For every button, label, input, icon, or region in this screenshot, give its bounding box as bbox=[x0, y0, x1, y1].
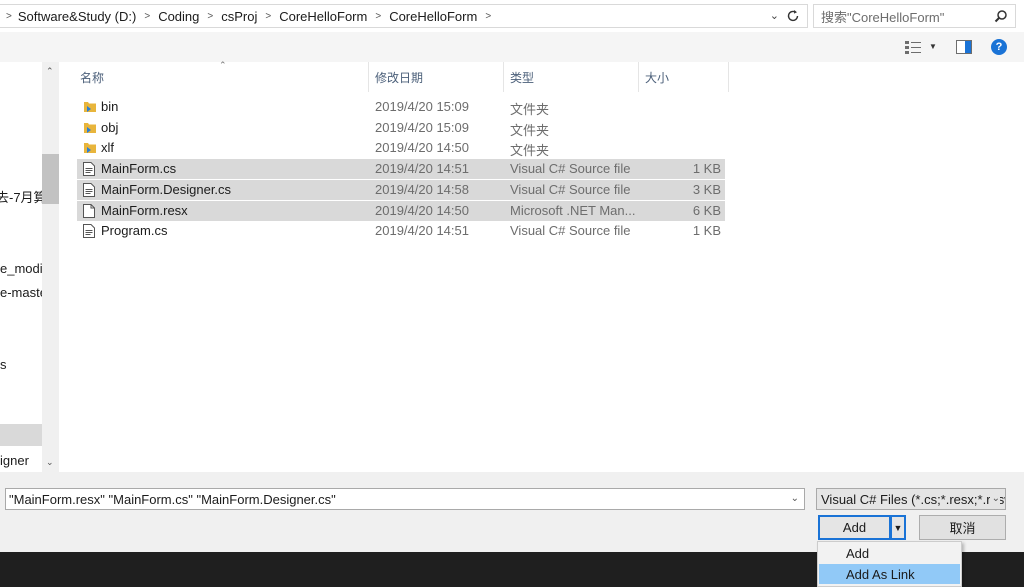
file-row[interactable]: MainForm.cs 2019/4/20 14:51 Visual C# Sour… bbox=[77, 159, 725, 180]
nav-selected-item[interactable] bbox=[0, 424, 42, 446]
menu-item-add-as-link[interactable]: Add As Link bbox=[819, 564, 960, 584]
breadcrumb-chevron-icon[interactable]: > bbox=[485, 11, 491, 22]
search-icon[interactable] bbox=[994, 9, 1008, 26]
file-size: 6 KB bbox=[692, 202, 721, 218]
folder-icon bbox=[83, 100, 97, 116]
breadcrumb-item-csproj[interactable]: csProj bbox=[221, 9, 257, 24]
folder-icon bbox=[83, 121, 97, 137]
dialog-footer: "MainForm.resx" "MainForm.cs" "MainForm.… bbox=[0, 472, 1024, 552]
nav-item[interactable]: e-maste bbox=[0, 285, 42, 300]
column-header-name[interactable]: 名称 ⌃ bbox=[59, 60, 369, 92]
column-header-size[interactable]: 大小 bbox=[639, 62, 729, 92]
nav-scrollbar[interactable]: ⌃ ⌄ bbox=[42, 62, 59, 472]
file-row[interactable]: MainForm.resx 2019/4/20 14:50 Microsoft .N… bbox=[77, 200, 725, 221]
nav-item[interactable]: 去-7月算 bbox=[0, 187, 42, 206]
file-list[interactable]: 名称 ⌃ 修改日期 类型 大小 bin 2019/4/20 15:09 文件夹 obj… bbox=[59, 60, 1024, 472]
chevron-down-icon[interactable]: ⌄ bbox=[989, 493, 1000, 504]
breadcrumb-chevron-icon[interactable]: > bbox=[375, 11, 381, 22]
resx-file-icon bbox=[83, 203, 95, 221]
column-header-type-label: 类型 bbox=[510, 70, 535, 85]
file-size: 1 KB bbox=[692, 223, 721, 239]
file-type: Visual C# Source file bbox=[510, 181, 631, 197]
file-name: MainForm.resx bbox=[101, 202, 188, 218]
file-size: 3 KB bbox=[692, 181, 721, 197]
refresh-icon[interactable] bbox=[783, 6, 803, 26]
file-row[interactable]: Program.cs 2019/4/20 14:51 Visual C# Sourc… bbox=[77, 221, 725, 241]
file-date: 2019/4/20 14:58 bbox=[375, 181, 469, 197]
column-header-type[interactable]: 类型 bbox=[504, 62, 639, 92]
help-icon[interactable]: ? bbox=[991, 39, 1007, 55]
cs-file-icon bbox=[83, 162, 95, 179]
file-row[interactable]: xlf 2019/4/20 14:50 文件夹 bbox=[77, 138, 725, 158]
file-type: Microsoft .NET Man... bbox=[510, 202, 636, 218]
file-name: MainForm.cs bbox=[101, 161, 177, 177]
add-dropdown-menu: Add Add As Link bbox=[817, 541, 962, 587]
nav-item[interactable]: e_modi bbox=[0, 261, 42, 276]
file-date: 2019/4/20 14:51 bbox=[375, 161, 469, 177]
address-bar[interactable]: > Software&Study (D:) > Coding > csProj … bbox=[0, 4, 808, 28]
column-header-date-label: 修改日期 bbox=[375, 70, 424, 85]
file-type: Visual C# Source file bbox=[510, 161, 631, 177]
breadcrumb-item-drive[interactable]: Software&Study (D:) bbox=[18, 9, 137, 24]
search-input[interactable]: 搜索"CoreHelloForm" bbox=[813, 4, 1016, 28]
breadcrumb-chevron-icon[interactable]: > bbox=[6, 11, 12, 22]
scroll-down-icon[interactable]: ⌄ bbox=[46, 457, 54, 468]
address-history-dropdown-icon[interactable]: ⌄ bbox=[770, 9, 779, 22]
view-dropdown-icon[interactable]: ▼ bbox=[929, 42, 937, 51]
file-date: 2019/4/20 15:09 bbox=[375, 99, 469, 114]
file-size: 1 KB bbox=[692, 161, 721, 177]
cs-file-icon bbox=[83, 224, 95, 241]
file-date: 2019/4/20 14:51 bbox=[375, 223, 469, 239]
file-type: 文件夹 bbox=[510, 122, 550, 138]
address-row: > Software&Study (D:) > Coding > csProj … bbox=[0, 0, 1024, 32]
add-button[interactable]: Add bbox=[818, 515, 891, 540]
breadcrumb-chevron-icon[interactable]: > bbox=[207, 11, 213, 22]
filename-field[interactable]: "MainForm.resx" "MainForm.cs" "MainForm.… bbox=[5, 488, 805, 510]
chevron-down-icon[interactable]: ⌄ bbox=[791, 493, 799, 504]
view-options-icon[interactable] bbox=[905, 40, 923, 57]
breadcrumb-item-corehelloform[interactable]: CoreHelloForm bbox=[279, 9, 367, 24]
breadcrumb-chevron-icon[interactable]: > bbox=[265, 11, 271, 22]
filename-value: "MainForm.resx" "MainForm.cs" "MainForm.… bbox=[9, 491, 336, 507]
file-name: MainForm.Designer.cs bbox=[101, 181, 232, 197]
file-name: bin bbox=[101, 99, 119, 114]
file-type: 文件夹 bbox=[510, 102, 550, 117]
file-date: 2019/4/20 15:09 bbox=[375, 119, 469, 135]
search-placeholder: 搜索"CoreHelloForm" bbox=[821, 9, 945, 25]
column-header-name-label: 名称 bbox=[80, 70, 105, 85]
breadcrumb-chevron-icon[interactable]: > bbox=[144, 11, 150, 22]
file-row[interactable]: bin 2019/4/20 15:09 文件夹 bbox=[77, 97, 725, 117]
file-row[interactable]: MainForm.Designer.cs 2019/4/20 14:58 Visua… bbox=[77, 179, 725, 200]
file-name: Program.cs bbox=[101, 223, 168, 239]
file-date: 2019/4/20 14:50 bbox=[375, 202, 469, 218]
file-type: 文件夹 bbox=[510, 143, 550, 159]
file-type-value: Visual C# Files (*.cs;*.resx;*.resw bbox=[821, 491, 1006, 507]
column-header-size-label: 大小 bbox=[645, 70, 670, 85]
file-type-select[interactable]: Visual C# Files (*.cs;*.resx;*.resw ⌄ bbox=[816, 488, 1006, 510]
breadcrumb-item-coding[interactable]: Coding bbox=[158, 9, 199, 24]
navigation-pane[interactable]: 去-7月算 e_modi e-maste s igner bbox=[0, 62, 42, 472]
breadcrumb-item-corehelloform-current[interactable]: CoreHelloForm bbox=[389, 9, 477, 24]
nav-scrollbar-thumb[interactable] bbox=[42, 154, 59, 204]
file-row[interactable]: obj 2019/4/20 15:09 文件夹 bbox=[77, 118, 725, 138]
preview-pane-icon[interactable] bbox=[956, 40, 972, 57]
nav-item[interactable]: igner bbox=[0, 453, 29, 468]
file-type: Visual C# Source file bbox=[510, 223, 631, 239]
file-date: 2019/4/20 14:50 bbox=[375, 140, 469, 156]
cs-file-icon bbox=[83, 182, 95, 200]
cancel-button[interactable]: 取消 bbox=[919, 515, 1006, 540]
sort-ascending-icon: ⌃ bbox=[219, 60, 227, 70]
menu-item-add[interactable]: Add bbox=[819, 543, 960, 563]
file-name: obj bbox=[101, 119, 119, 135]
column-header-date[interactable]: 修改日期 bbox=[369, 62, 504, 92]
nav-item[interactable]: s bbox=[0, 357, 7, 372]
file-name: xlf bbox=[101, 140, 114, 156]
scroll-up-icon[interactable]: ⌃ bbox=[46, 66, 54, 77]
toolbar: ▼ ? bbox=[0, 32, 1024, 62]
add-split-dropdown-icon[interactable]: ▼ bbox=[891, 515, 906, 540]
folder-icon bbox=[83, 141, 97, 157]
